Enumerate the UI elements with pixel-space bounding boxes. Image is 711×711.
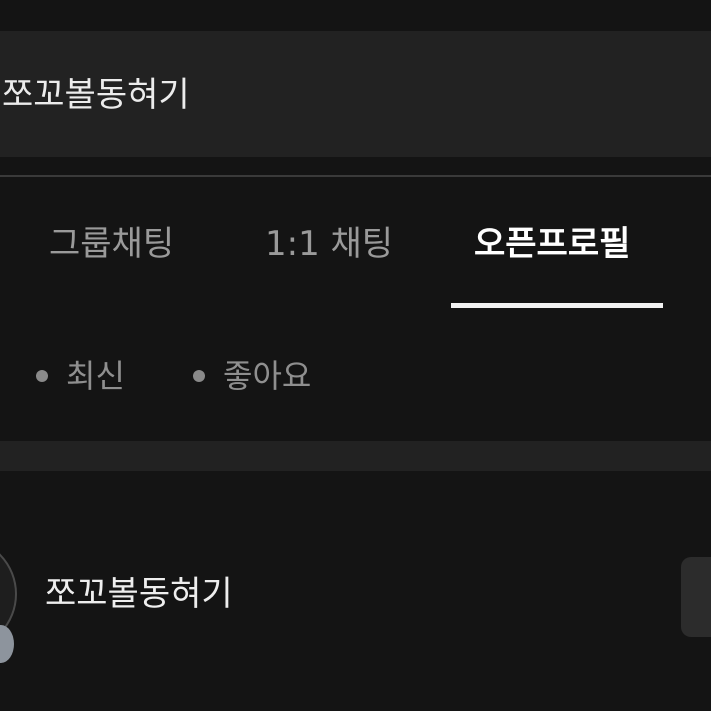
section-divider — [0, 441, 711, 471]
profile-action-button[interactable] — [681, 557, 711, 637]
bullet-icon — [193, 370, 205, 382]
tab-one-on-one-chat[interactable]: 1:1 채팅 — [265, 222, 393, 266]
sort-latest-label: 최신 — [66, 357, 125, 395]
tab-open-profile[interactable]: 오픈프로필 — [474, 222, 630, 266]
search-results-screen: 쪼꼬볼동혀기 그룹채팅 1:1 채팅 오픈프로필 최신 좋아요 쪼꼬볼동혀기 — [0, 0, 711, 711]
profile-name: 쪼꼬볼동혀기 — [45, 574, 233, 614]
sort-latest-option[interactable]: 최신 — [36, 356, 125, 396]
sort-likes-label: 좋아요 — [223, 357, 312, 395]
search-query-text[interactable]: 쪼꼬볼동혀기 — [2, 73, 190, 117]
tab-group-chat[interactable]: 그룹채팅 — [49, 222, 174, 266]
header-divider — [0, 175, 711, 177]
bullet-icon — [36, 370, 48, 382]
active-tab-indicator — [451, 303, 663, 308]
profile-result-row[interactable]: 쪼꼬볼동혀기 — [0, 471, 711, 711]
avatar-badge-icon — [0, 625, 14, 663]
sort-likes-option[interactable]: 좋아요 — [193, 356, 311, 396]
